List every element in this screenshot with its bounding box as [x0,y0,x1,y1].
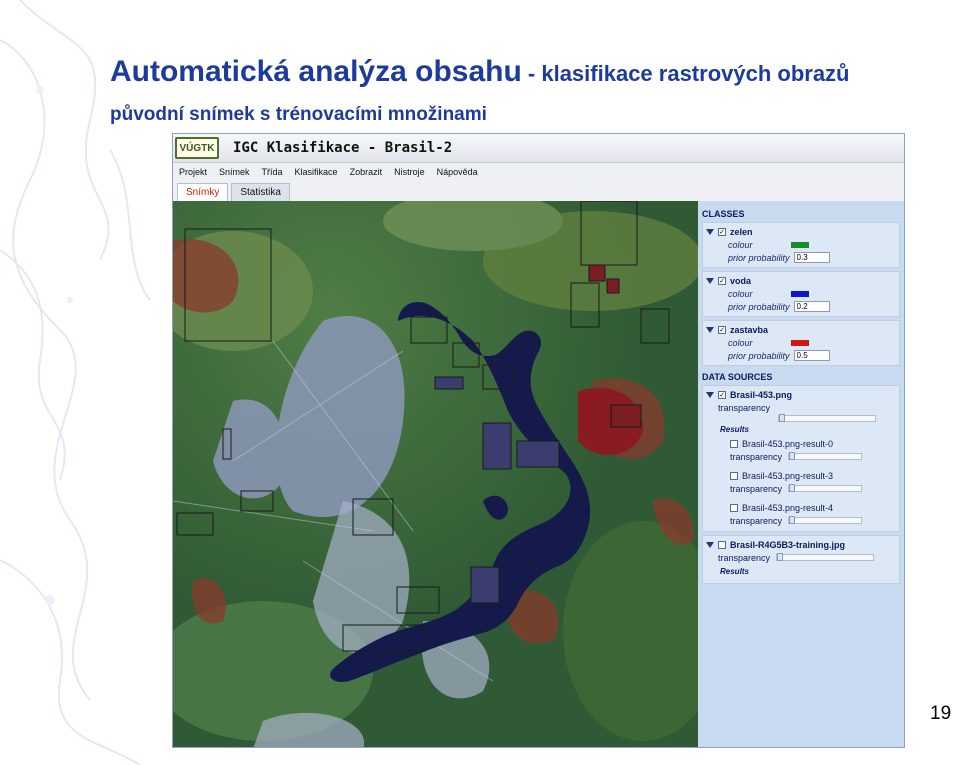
results-label: Results [720,567,749,576]
prior-probability-input[interactable] [793,252,830,263]
slider-thumb[interactable] [789,516,796,524]
menu-klasifikace[interactable]: Klasifikace [295,167,338,177]
results-label: Results [720,425,749,434]
app-window: VÚGTK IGC Klasifikace - Brasil-2 Projekt… [172,133,905,748]
source-name: Brasil-R4G5B3-training.jpg [730,539,846,550]
source-checkbox[interactable] [718,540,726,549]
colour-swatch[interactable] [790,339,809,346]
result-item: Brasil-453.png-result-0 transparency [730,437,896,463]
data-source-brasil-453: ✓ Brasil-453.png transparency Results Bra… [702,385,900,532]
satellite-image-viewer[interactable] [173,201,698,747]
data-source-brasil-training: Brasil-R4G5B3-training.jpg transparency … [702,535,900,584]
result-name: Brasil-453.png-result-3 [742,470,834,481]
class-zastavba: ✓ zastavba colour prior probability [702,320,900,366]
prior-probability-label: prior probability [728,252,790,263]
prior-probability-input[interactable] [793,350,830,361]
class-voda: ✓ voda colour prior probability [702,271,900,317]
app-header: VÚGTK IGC Klasifikace - Brasil-2 [173,134,904,163]
class-zelen: ✓ zelen colour prior probability [702,222,900,268]
class-checkbox[interactable]: ✓ [718,325,726,334]
class-name: zastavba [730,324,769,335]
tab-bar: Snímky Statistika [173,181,904,202]
tab-statistika[interactable]: Statistika [231,183,290,201]
collapse-triangle-icon[interactable] [706,391,714,398]
result-checkbox[interactable] [730,439,738,448]
prior-probability-input[interactable] [793,301,830,312]
result-checkbox[interactable] [730,471,738,480]
result-item: Brasil-453.png-result-3 transparency [730,469,896,495]
transparency-label: transparency [730,483,783,494]
result-checkbox[interactable] [730,503,738,512]
menu-snimek[interactable]: Snímek [219,167,250,177]
app-logo: VÚGTK [175,137,219,159]
collapse-triangle-icon[interactable] [706,541,714,548]
satellite-image [173,201,698,747]
slider-thumb[interactable] [789,452,796,460]
result-name: Brasil-453.png-result-0 [742,438,834,449]
transparency-slider[interactable] [788,484,863,492]
side-panel: CLASSES ✓ zelen colour prior probability … [698,201,904,747]
page-number: 19 [930,703,952,724]
transparency-slider[interactable] [788,516,863,524]
collapse-triangle-icon[interactable] [706,277,714,284]
colour-swatch[interactable] [790,241,809,248]
data-sources-heading: DATA SOURCES [702,372,773,382]
transparency-slider[interactable] [776,553,875,561]
content-area: CLASSES ✓ zelen colour prior probability … [173,201,904,747]
menu-nastroje[interactable]: Nistroje [394,167,425,177]
colour-label: colour [728,337,753,348]
result-name: Brasil-453.png-result-4 [742,502,834,513]
slider-thumb[interactable] [779,413,785,422]
class-name: voda [730,275,752,286]
colour-label: colour [728,239,753,250]
colour-label: colour [728,288,753,299]
app-title: IGC Klasifikace - Brasil-2 [233,140,453,156]
collapse-triangle-icon[interactable] [706,228,714,235]
transparency-label: transparency [730,451,783,462]
class-checkbox[interactable]: ✓ [718,227,726,236]
menu-bar: Projekt Snímek Třída Klasifikace Zobrazi… [173,163,904,181]
transparency-slider[interactable] [788,452,863,460]
slide-subtitle: původní snímek s trénovacími množinami [110,104,487,125]
class-checkbox[interactable]: ✓ [718,276,726,285]
slide-title-suffix: - klasifikace rastrových obrazů [521,61,850,86]
result-item: Brasil-453.png-result-4 transparency [730,501,896,527]
colour-swatch[interactable] [790,290,809,297]
source-name: Brasil-453.png [730,389,793,400]
class-name: zelen [730,226,753,237]
tab-snimky[interactable]: Snímky [177,183,229,201]
transparency-label: transparency [730,515,783,526]
slide-title: Automatická analýza obsahu - klasifikace… [110,52,850,89]
slider-thumb[interactable] [777,553,784,561]
collapse-triangle-icon[interactable] [706,326,714,333]
prior-probability-label: prior probability [728,350,790,361]
slider-thumb[interactable] [789,484,796,492]
transparency-label: transparency [718,402,771,413]
transparency-slider[interactable] [778,413,876,422]
slide-title-main: Automatická analýza obsahu [110,55,522,88]
classes-heading: CLASSES [702,209,745,219]
source-checkbox[interactable]: ✓ [718,390,726,399]
menu-projekt[interactable]: Projekt [179,167,207,177]
transparency-label: transparency [718,552,771,563]
menu-napoveda[interactable]: Nápověda [437,167,478,177]
menu-trida[interactable]: Třída [262,167,283,177]
prior-probability-label: prior probability [728,301,790,312]
menu-zobrazit[interactable]: Zobrazit [350,167,383,177]
